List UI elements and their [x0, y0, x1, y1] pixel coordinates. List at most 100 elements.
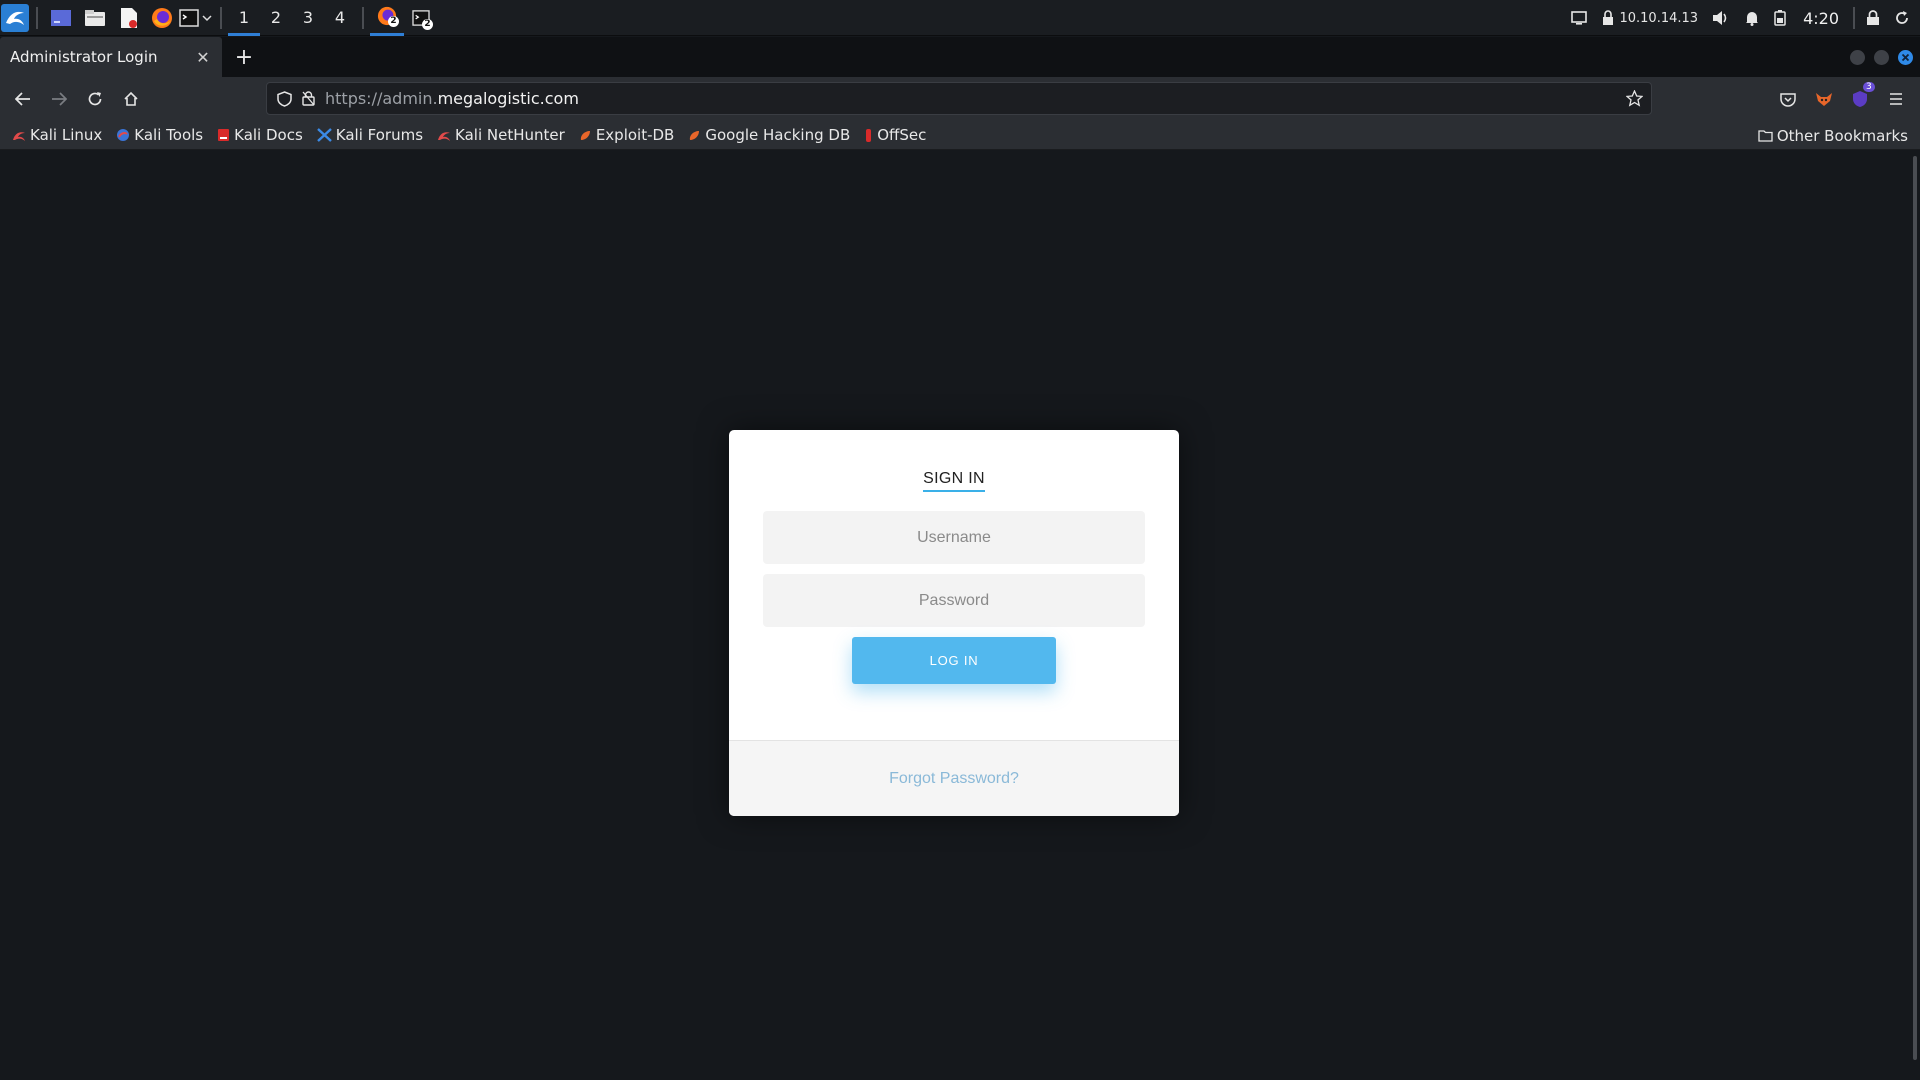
workspace-1[interactable]: 1 [228, 0, 260, 36]
bookmark-kali-docs[interactable]: Kali Docs [209, 121, 309, 150]
url-text[interactable]: https://admin.megalogistic.com [325, 89, 579, 108]
bookmark-label: Kali Linux [30, 126, 103, 144]
window-count-badge: 2 [388, 15, 399, 27]
bookmark-label: Kali Tools [134, 126, 204, 144]
other-bookmarks-label: Other Bookmarks [1776, 126, 1908, 145]
other-bookmarks[interactable]: Other Bookmarks [1758, 121, 1908, 150]
exploit-db-icon [579, 129, 592, 142]
bookmark-kali-tools[interactable]: Kali Tools [108, 121, 209, 150]
panel-separator [36, 6, 38, 29]
reload-icon [88, 92, 102, 106]
bookmark-label: OffSec [877, 126, 927, 144]
clock[interactable]: 4:20 [1793, 0, 1849, 36]
logout-icon[interactable] [1887, 0, 1920, 36]
bookmark-kali-nethunter[interactable]: Kali NetHunter [429, 121, 571, 150]
plus-icon: + [234, 44, 254, 70]
volume-icon[interactable] [1705, 0, 1737, 36]
url-bar[interactable]: https://admin.megalogistic.com [266, 82, 1652, 115]
minimize-window-icon[interactable] [1850, 50, 1865, 65]
log-in-button[interactable]: LOG IN [852, 637, 1056, 684]
bookmark-offsec[interactable]: OffSec [856, 121, 932, 150]
maximize-window-icon[interactable] [1874, 50, 1889, 65]
system-panel: 1 2 3 4 2 2 10.10.14.13 4:20 [0, 0, 1920, 36]
forward-button[interactable] [41, 81, 77, 117]
extension-button[interactable]: 3 [1842, 77, 1878, 121]
back-button[interactable] [5, 81, 41, 117]
kali-tools-icon [116, 128, 130, 142]
taskbar-firefox-window[interactable]: 2 [370, 0, 404, 36]
bookmark-exploit-db[interactable]: Exploit-DB [571, 121, 681, 150]
ghdb-icon [688, 129, 701, 142]
pocket-icon [1780, 92, 1796, 107]
bookmark-label: Kali Docs [234, 126, 303, 144]
bookmark-label: Kali NetHunter [455, 126, 565, 144]
home-icon [124, 91, 138, 106]
password-input[interactable] [763, 574, 1145, 627]
home-button[interactable] [113, 81, 149, 117]
folder-icon [1758, 129, 1773, 142]
kali-menu-icon[interactable] [0, 0, 30, 36]
tab-administrator-login[interactable]: Administrator Login ✕ [0, 37, 222, 77]
page-content: SIGN IN LOG IN Forgot Password? [0, 150, 1920, 1080]
offsec-icon [864, 128, 873, 143]
bookmark-label: Google Hacking DB [705, 126, 851, 144]
extension-badge: 3 [1863, 82, 1875, 92]
hamburger-menu-icon [1890, 93, 1902, 105]
terminal-icon[interactable] [178, 0, 200, 36]
bookmark-label: Exploit-DB [595, 126, 675, 144]
tab-strip: Administrator Login ✕ + [0, 37, 1920, 77]
lock-icon[interactable] [302, 91, 315, 106]
app-menu-button[interactable] [1878, 77, 1914, 121]
bookmark-star-icon[interactable] [1626, 90, 1643, 107]
new-tab-button[interactable]: + [222, 37, 266, 77]
window-count-badge: 2 [422, 18, 433, 30]
forgot-password-link[interactable]: Forgot Password? [889, 770, 1019, 788]
panel-separator [1853, 7, 1855, 29]
navigation-toolbar: https://admin.megalogistic.com 3 [0, 77, 1920, 121]
url-host: megalogistic.com [437, 89, 579, 108]
kali-docs-icon [217, 128, 230, 142]
workspace-3[interactable]: 3 [292, 0, 324, 36]
login-card-footer: Forgot Password? [729, 740, 1179, 816]
close-window-icon[interactable] [1898, 50, 1913, 65]
url-scheme: https://admin. [325, 89, 438, 108]
tracking-shield-icon[interactable] [277, 90, 292, 107]
taskbar-terminal-window[interactable]: 2 [404, 0, 438, 36]
close-icon[interactable]: ✕ [194, 48, 212, 67]
reload-button[interactable] [77, 81, 113, 117]
file-manager-icon[interactable] [78, 0, 112, 36]
bookmark-kali-forums[interactable]: Kali Forums [309, 121, 429, 150]
kali-dragon-icon [12, 128, 26, 142]
chevron-down-icon[interactable] [200, 0, 214, 36]
screen-icon[interactable] [1564, 0, 1594, 36]
kali-dragon-icon [437, 128, 451, 142]
bookmark-kali-linux[interactable]: Kali Linux [0, 121, 108, 150]
panel-separator [362, 6, 364, 29]
text-editor-icon[interactable] [112, 0, 146, 36]
fox-icon [1816, 93, 1832, 106]
page-scrollbar[interactable] [1913, 156, 1917, 1060]
username-input[interactable] [763, 511, 1145, 564]
sign-in-title: SIGN IN [923, 470, 985, 492]
foxyproxy-extension-button[interactable] [1806, 77, 1842, 121]
vpn-icon[interactable] [1594, 0, 1619, 36]
login-card: SIGN IN LOG IN Forgot Password? [729, 430, 1179, 816]
firefox-icon[interactable] [146, 0, 178, 36]
panel-separator [220, 6, 222, 29]
bookmark-label: Kali Forums [335, 126, 424, 144]
show-desktop-icon[interactable] [44, 0, 78, 36]
kali-forums-icon [316, 128, 332, 142]
arrow-left-icon [15, 92, 30, 106]
ip-address-label: 10.10.14.13 [1619, 10, 1699, 26]
workspace-2[interactable]: 2 [260, 0, 292, 36]
extension-shield-icon [1853, 91, 1867, 107]
bookmark-google-hacking-db[interactable]: Google Hacking DB [680, 121, 856, 150]
notification-bell-icon[interactable] [1737, 0, 1767, 36]
arrow-right-icon [52, 92, 67, 106]
bookmarks-toolbar: Kali Linux Kali Tools Kali Docs Kali For… [0, 121, 1920, 150]
pocket-button[interactable] [1770, 77, 1806, 121]
lock-screen-icon[interactable] [1859, 0, 1887, 36]
workspace-4[interactable]: 4 [324, 0, 356, 36]
battery-icon[interactable] [1767, 0, 1793, 36]
system-tray: 10.10.14.13 4:20 [1564, 0, 1920, 36]
